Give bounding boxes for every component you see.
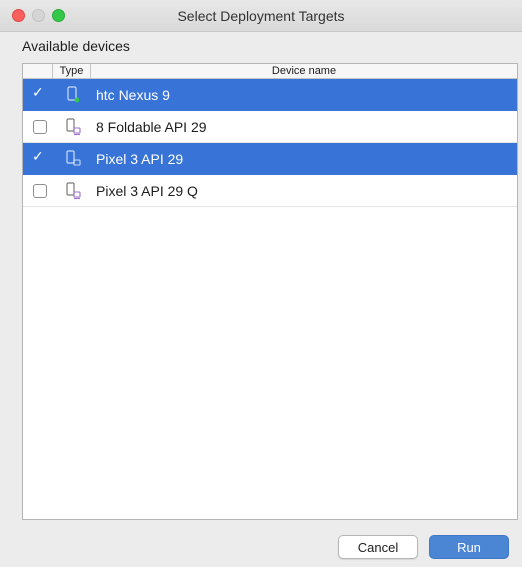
device-checkbox[interactable] [33,120,47,134]
checkmark-icon: ✓ [32,85,44,101]
header-checkbox-column[interactable] [23,64,53,78]
dialog-window: Select Deployment Targets Available devi… [0,0,522,567]
device-checkbox[interactable]: ✓ [32,149,47,166]
device-name: 8 Foldable API 29 [96,119,207,135]
device-row-pixel-3-api-29[interactable]: ✓ Pixel 3 API 29 [23,143,517,175]
devices-table: Type Device name ✓ htc Nexus 9 8 Foldabl… [22,63,518,520]
checkmark-icon: ✓ [32,149,44,165]
header-device-name-column[interactable]: Device name [91,64,517,78]
header-type-column[interactable]: Type [53,64,91,78]
phone-emulator-icon [65,118,81,136]
device-checkbox[interactable] [33,184,47,198]
device-row-pixel-3-api-29-q[interactable]: Pixel 3 API 29 Q [23,175,517,207]
device-name: Pixel 3 API 29 [96,151,184,167]
device-checkbox[interactable]: ✓ [32,85,47,102]
available-devices-label: Available devices [22,38,130,54]
cancel-button[interactable]: Cancel [338,535,418,559]
device-name: Pixel 3 API 29 Q [96,183,198,199]
run-button[interactable]: Run [429,535,509,559]
window-title: Select Deployment Targets [177,8,345,24]
device-row-foldable-api-29[interactable]: 8 Foldable API 29 [23,111,517,143]
device-row-htc-nexus-9[interactable]: ✓ htc Nexus 9 [23,79,517,111]
phone-emulator-icon [65,182,81,200]
table-header: Type Device name [23,64,517,79]
device-name: htc Nexus 9 [96,87,170,103]
phone-emulator-icon [65,150,81,168]
dialog-footer: Cancel Run [0,520,522,567]
title-bar[interactable]: Select Deployment Targets [0,0,522,32]
phone-online-icon [65,86,81,104]
